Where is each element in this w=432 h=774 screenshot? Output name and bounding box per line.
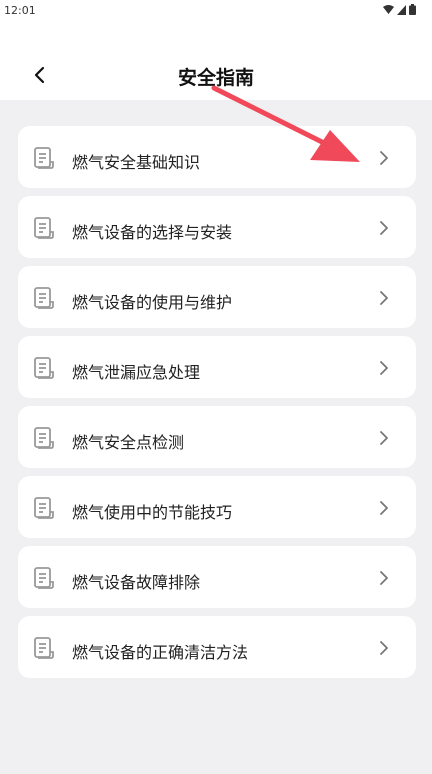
list-item[interactable]: 燃气设备的使用与维护 (18, 266, 416, 328)
document-icon (34, 637, 54, 659)
chevron-right-icon (380, 361, 388, 375)
list-item[interactable]: 燃气安全点检测 (18, 406, 416, 468)
chevron-right-icon (380, 501, 388, 515)
chevron-right-icon (380, 291, 388, 305)
list-item-label: 燃气安全点检测 (72, 433, 185, 452)
status-bar: 12:01 (0, 0, 432, 22)
wifi-icon (383, 4, 394, 14)
battery-icon (409, 4, 416, 15)
signal-icon (397, 4, 406, 15)
status-icons (383, 4, 416, 15)
document-icon (34, 427, 54, 449)
list-item[interactable]: 燃气设备的选择与安装 (18, 196, 416, 258)
list-item-label: 燃气使用中的节能技巧 (72, 503, 233, 522)
chevron-right-icon (380, 641, 388, 655)
chevron-right-icon (380, 571, 388, 585)
chevron-right-icon (380, 151, 388, 165)
list-item[interactable]: 燃气安全基础知识 (18, 126, 416, 188)
chevron-right-icon (380, 431, 388, 445)
chevron-right-icon (380, 221, 388, 235)
list-item-label: 燃气设备的正确清洁方法 (72, 643, 249, 662)
document-icon (34, 217, 54, 239)
page-title: 安全指南 (177, 67, 254, 89)
list-item[interactable]: 燃气设备的正确清洁方法 (18, 616, 416, 678)
document-icon (34, 567, 54, 589)
status-time: 12:01 (4, 4, 36, 17)
list-item-label: 燃气泄漏应急处理 (72, 363, 201, 382)
document-icon (34, 357, 54, 379)
list-item[interactable]: 燃气使用中的节能技巧 (18, 476, 416, 538)
document-icon (34, 287, 54, 309)
list-item-label: 燃气设备的选择与安装 (72, 223, 233, 242)
list-item[interactable]: 燃气泄漏应急处理 (18, 336, 416, 398)
list-item-label: 燃气设备的使用与维护 (72, 293, 233, 312)
list-item-label: 燃气设备故障排除 (72, 573, 201, 592)
list-item[interactable]: 燃气设备故障排除 (18, 546, 416, 608)
app-header: 安全指南 (0, 22, 432, 100)
guide-list: 燃气安全基础知识燃气设备的选择与安装 燃气设备的使用与维护 燃气泄漏应急处理 燃气安全… (18, 126, 416, 686)
list-item-label: 燃气安全基础知识 (72, 153, 201, 172)
document-icon (34, 147, 54, 169)
document-icon (34, 497, 54, 519)
